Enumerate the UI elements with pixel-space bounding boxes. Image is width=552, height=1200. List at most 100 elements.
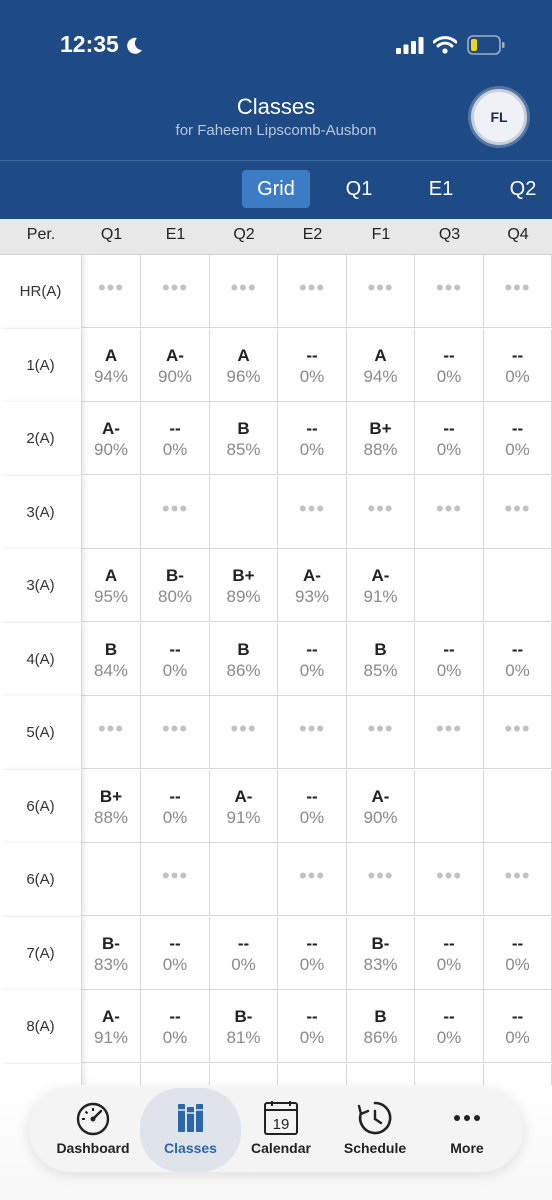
grade-cell[interactable]: -- 0% [415, 329, 484, 402]
grade-cell[interactable]: B 85% [210, 402, 278, 475]
grade-percent: 0% [505, 955, 530, 974]
grade-cell[interactable]: B 85% [347, 623, 415, 696]
grade-cell[interactable]: ••• [278, 696, 347, 769]
grade-percent: 0% [299, 1028, 325, 1047]
tab-q2[interactable]: Q2 [494, 170, 552, 208]
grade-cell[interactable]: B- 83% [347, 917, 415, 990]
grade-cell[interactable]: -- 0% [278, 917, 347, 990]
grade-cell[interactable]: B- 83% [82, 917, 141, 990]
grade-cell[interactable]: ••• [347, 843, 415, 916]
grade-cell[interactable]: -- 0% [484, 623, 552, 696]
grade-cell[interactable]: -- 0% [278, 329, 347, 402]
grade-cell[interactable]: -- 0% [415, 623, 484, 696]
grade-cell[interactable]: ••• [347, 696, 415, 769]
grade-cell[interactable]: ••• [82, 255, 141, 328]
grade-cell[interactable]: A- 91% [82, 990, 141, 1063]
grade-cell[interactable]: B 86% [210, 623, 278, 696]
grade-cell[interactable]: ••• [141, 843, 210, 916]
grade-cell[interactable]: -- 0% [415, 990, 484, 1063]
grade-cell[interactable]: ••• [278, 255, 347, 328]
grade-cell[interactable]: ••• [347, 255, 415, 328]
grade-cell[interactable]: -- 0% [415, 917, 484, 990]
more-icon [454, 1115, 480, 1121]
grade-cell[interactable]: A 94% [82, 329, 141, 402]
grade-percent: 0% [162, 955, 188, 974]
grade-cell[interactable]: ••• [210, 255, 278, 328]
grade-cell[interactable]: ••• [141, 696, 210, 769]
grade-cell[interactable]: -- 0% [484, 917, 552, 990]
nav-calendar[interactable]: 19 Calendar [231, 1088, 331, 1172]
tab-q1[interactable]: Q1 [330, 170, 388, 208]
letter-grade: A [237, 346, 250, 365]
grade-cell[interactable]: ••• [141, 255, 210, 328]
grade-cell[interactable]: A 95% [82, 549, 141, 622]
grade-cell[interactable]: -- 0% [484, 402, 552, 475]
nav-classes[interactable]: Classes [140, 1088, 241, 1172]
grade-cell[interactable]: B 86% [347, 990, 415, 1063]
letter-grade: -- [511, 346, 524, 365]
grade-cell[interactable]: A- 91% [210, 770, 278, 843]
grade-cell[interactable]: A 96% [210, 329, 278, 402]
grade-cell[interactable]: B 84% [82, 623, 141, 696]
grade-cell [415, 770, 484, 843]
grade-cell[interactable]: -- 0% [278, 770, 347, 843]
term-tabs: Grid Q1 E1 Q2 [0, 170, 552, 210]
grade-cell[interactable]: -- 0% [278, 990, 347, 1063]
grade-cell[interactable]: A- 90% [82, 402, 141, 475]
grade-cell[interactable]: A 94% [347, 329, 415, 402]
nav-dashboard[interactable]: Dashboard [41, 1088, 145, 1172]
grade-cell[interactable]: -- 0% [484, 990, 552, 1063]
grade-cell[interactable]: ••• [278, 843, 347, 916]
grade-cell[interactable]: -- 0% [141, 917, 210, 990]
grade-percent: 0% [436, 661, 462, 680]
grade-cell[interactable]: -- 0% [484, 329, 552, 402]
grade-cell[interactable]: ••• [484, 843, 552, 916]
nav-schedule[interactable]: Schedule [325, 1088, 425, 1172]
grade-cell[interactable]: ••• [347, 476, 415, 549]
grade-cell[interactable]: ••• [415, 255, 484, 328]
grade-cell[interactable]: -- 0% [415, 402, 484, 475]
grade-cell[interactable]: A- 91% [347, 549, 415, 622]
grade-cell[interactable]: B- 81% [210, 990, 278, 1063]
grade-cell[interactable]: B+ 88% [347, 402, 415, 475]
grade-cell[interactable]: B- 80% [141, 549, 210, 622]
avatar[interactable]: FL [471, 89, 527, 145]
grade-cell[interactable]: B+ 89% [210, 549, 278, 622]
grade-percent: 0% [436, 955, 462, 974]
grade-cell[interactable]: B+ 88% [82, 770, 141, 843]
grade-cell[interactable]: ••• [484, 255, 552, 328]
grade-cell[interactable]: ••• [141, 476, 210, 549]
tab-e1[interactable]: E1 [412, 170, 470, 208]
grade-cell[interactable]: ••• [415, 476, 484, 549]
grade-cell[interactable]: -- 0% [141, 770, 210, 843]
no-grade-dots-icon: ••• [161, 496, 189, 521]
grade-cell[interactable]: ••• [210, 696, 278, 769]
grade-percent: 83% [93, 955, 129, 974]
grade-cell[interactable]: ••• [278, 476, 347, 549]
wifi-icon [433, 36, 457, 54]
grade-cell[interactable]: ••• [82, 696, 141, 769]
nav-more[interactable]: More [417, 1088, 517, 1172]
grade-cell[interactable]: ••• [484, 696, 552, 769]
header-divider [0, 160, 552, 161]
grade-cell[interactable]: -- 0% [278, 623, 347, 696]
grade-cell[interactable]: ••• [484, 476, 552, 549]
period-label: 6(A) [0, 770, 82, 843]
letter-grade: -- [511, 419, 524, 438]
grade-cell[interactable]: -- 0% [278, 402, 347, 475]
grade-cell[interactable]: A- 90% [347, 770, 415, 843]
grade-cell[interactable]: A- 90% [141, 329, 210, 402]
grade-cell[interactable]: ••• [415, 843, 484, 916]
tab-grid[interactable]: Grid [242, 170, 310, 208]
period-label: 5(A) [0, 696, 82, 769]
grade-percent: 0% [505, 661, 530, 680]
grade-cell[interactable]: -- 0% [210, 917, 278, 990]
grade-cell[interactable]: ••• [415, 696, 484, 769]
grade-cell[interactable]: -- 0% [141, 402, 210, 475]
grade-cell[interactable]: A- 93% [278, 549, 347, 622]
grade-cell[interactable]: -- 0% [141, 990, 210, 1063]
grade-percent: 90% [93, 440, 129, 459]
grade-cell[interactable]: -- 0% [141, 623, 210, 696]
letter-grade: -- [306, 787, 318, 806]
gauge-icon [76, 1102, 110, 1136]
